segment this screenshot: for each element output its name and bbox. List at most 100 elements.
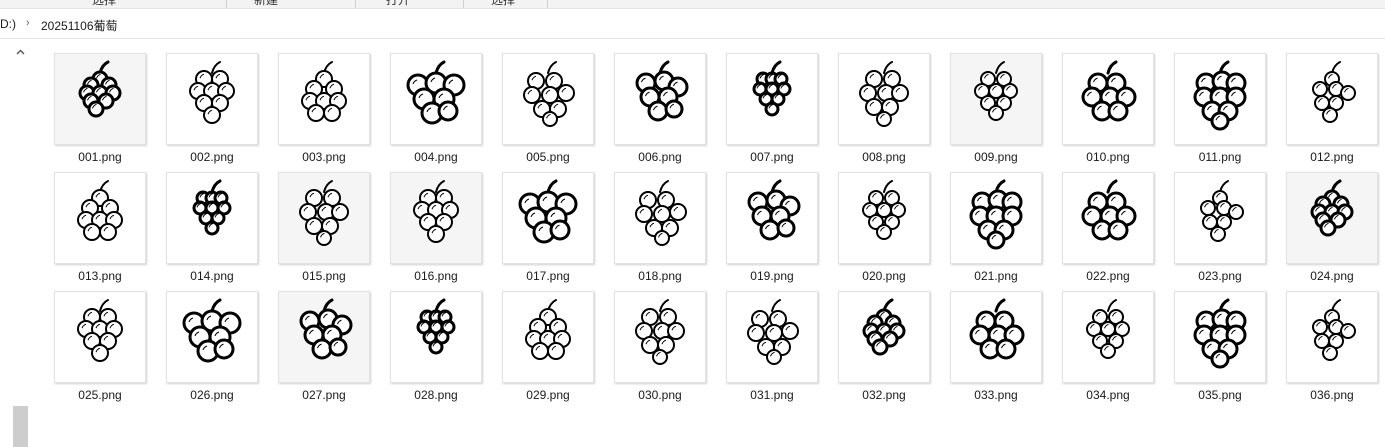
file-name[interactable]: 001.png (48, 150, 152, 164)
file-item[interactable]: 009.png (950, 53, 1042, 165)
file-thumbnail[interactable] (838, 291, 930, 383)
breadcrumb-folder[interactable]: 20251106葡萄 (41, 17, 118, 34)
file-thumbnail[interactable] (166, 53, 258, 145)
file-item[interactable]: 007.png (726, 53, 818, 165)
file-name[interactable]: 036.png (1280, 388, 1384, 402)
breadcrumb-drive[interactable]: D:) (0, 17, 16, 31)
file-name[interactable]: 018.png (608, 269, 712, 283)
file-item[interactable]: 013.png (54, 172, 146, 284)
file-name[interactable]: 020.png (832, 269, 936, 283)
file-thumbnail[interactable] (614, 291, 706, 383)
file-thumbnail[interactable] (1062, 53, 1154, 145)
file-name[interactable]: 028.png (384, 388, 488, 402)
file-name[interactable]: 031.png (720, 388, 824, 402)
file-name[interactable]: 017.png (496, 269, 600, 283)
file-name[interactable]: 005.png (496, 150, 600, 164)
file-thumbnail[interactable] (390, 291, 482, 383)
file-thumbnail[interactable] (1174, 53, 1266, 145)
file-thumbnail[interactable] (502, 291, 594, 383)
file-item[interactable]: 034.png (1062, 291, 1154, 403)
file-name[interactable]: 011.png (1168, 150, 1272, 164)
file-name[interactable]: 009.png (944, 150, 1048, 164)
file-name[interactable]: 008.png (832, 150, 936, 164)
file-thumbnail[interactable] (502, 53, 594, 145)
file-thumbnail[interactable] (166, 291, 258, 383)
file-item[interactable]: 032.png (838, 291, 930, 403)
file-item[interactable]: 025.png (54, 291, 146, 403)
file-item[interactable]: 036.png (1286, 291, 1378, 403)
file-name[interactable]: 003.png (272, 150, 376, 164)
file-thumbnail[interactable] (838, 53, 930, 145)
file-item[interactable]: 028.png (390, 291, 482, 403)
file-name[interactable]: 010.png (1056, 150, 1160, 164)
file-item[interactable]: 012.png (1286, 53, 1378, 165)
file-thumbnail[interactable] (838, 172, 930, 264)
file-name[interactable]: 026.png (160, 388, 264, 402)
file-item[interactable]: 018.png (614, 172, 706, 284)
file-thumbnail[interactable] (614, 53, 706, 145)
address-bar[interactable]: D:) › 20251106葡萄 (0, 9, 1385, 39)
file-thumbnail[interactable] (1286, 53, 1378, 145)
file-item[interactable]: 019.png (726, 172, 818, 284)
file-item[interactable]: 033.png (950, 291, 1042, 403)
file-item[interactable]: 023.png (1174, 172, 1266, 284)
file-item[interactable]: 008.png (838, 53, 930, 165)
file-item[interactable]: 003.png (278, 53, 370, 165)
file-item[interactable]: 035.png (1174, 291, 1266, 403)
file-name[interactable]: 014.png (160, 269, 264, 283)
file-item[interactable]: 024.png (1286, 172, 1378, 284)
file-item[interactable]: 002.png (166, 53, 258, 165)
file-name[interactable]: 027.png (272, 388, 376, 402)
chevron-up-icon[interactable] (12, 44, 29, 60)
file-item[interactable]: 006.png (614, 53, 706, 165)
file-thumbnail[interactable] (278, 172, 370, 264)
file-name[interactable]: 025.png (48, 388, 152, 402)
file-name[interactable]: 032.png (832, 388, 936, 402)
file-name[interactable]: 033.png (944, 388, 1048, 402)
file-item[interactable]: 014.png (166, 172, 258, 284)
file-thumbnail[interactable] (1286, 291, 1378, 383)
file-thumbnail[interactable] (278, 53, 370, 145)
toolbar-button-open[interactable]: 打开 (386, 0, 410, 8)
file-item[interactable]: 010.png (1062, 53, 1154, 165)
file-thumbnail[interactable] (1062, 291, 1154, 383)
file-thumbnail[interactable] (950, 172, 1042, 264)
file-item[interactable]: 005.png (502, 53, 594, 165)
file-item[interactable]: 011.png (1174, 53, 1266, 165)
file-item[interactable]: 027.png (278, 291, 370, 403)
file-thumbnail[interactable] (278, 291, 370, 383)
file-item[interactable]: 026.png (166, 291, 258, 403)
file-name[interactable]: 021.png (944, 269, 1048, 283)
file-name[interactable]: 034.png (1056, 388, 1160, 402)
file-thumbnail[interactable] (726, 172, 818, 264)
file-name[interactable]: 030.png (608, 388, 712, 402)
file-item[interactable]: 020.png (838, 172, 930, 284)
file-thumbnail[interactable] (726, 53, 818, 145)
toolbar-button-select-2[interactable]: 选择 (491, 0, 515, 8)
file-item[interactable]: 029.png (502, 291, 594, 403)
file-item[interactable]: 016.png (390, 172, 482, 284)
file-thumbnail[interactable] (726, 291, 818, 383)
file-name[interactable]: 016.png (384, 269, 488, 283)
file-item[interactable]: 017.png (502, 172, 594, 284)
vertical-scrollbar[interactable] (12, 44, 29, 447)
file-item[interactable]: 030.png (614, 291, 706, 403)
file-thumbnail[interactable] (166, 172, 258, 264)
file-thumbnail[interactable] (1286, 172, 1378, 264)
file-thumbnail[interactable] (54, 53, 146, 145)
file-name[interactable]: 029.png (496, 388, 600, 402)
file-name[interactable]: 013.png (48, 269, 152, 283)
breadcrumb-separator-icon[interactable]: › (26, 17, 30, 29)
file-item[interactable]: 031.png (726, 291, 818, 403)
file-item[interactable]: 001.png (54, 53, 146, 165)
file-thumbnail[interactable] (1174, 172, 1266, 264)
file-name[interactable]: 022.png (1056, 269, 1160, 283)
file-thumbnail[interactable] (502, 172, 594, 264)
file-name[interactable]: 035.png (1168, 388, 1272, 402)
file-name[interactable]: 004.png (384, 150, 488, 164)
file-thumbnail[interactable] (390, 172, 482, 264)
file-thumbnail[interactable] (1174, 291, 1266, 383)
file-name[interactable]: 015.png (272, 269, 376, 283)
file-item[interactable]: 022.png (1062, 172, 1154, 284)
file-name[interactable]: 019.png (720, 269, 824, 283)
